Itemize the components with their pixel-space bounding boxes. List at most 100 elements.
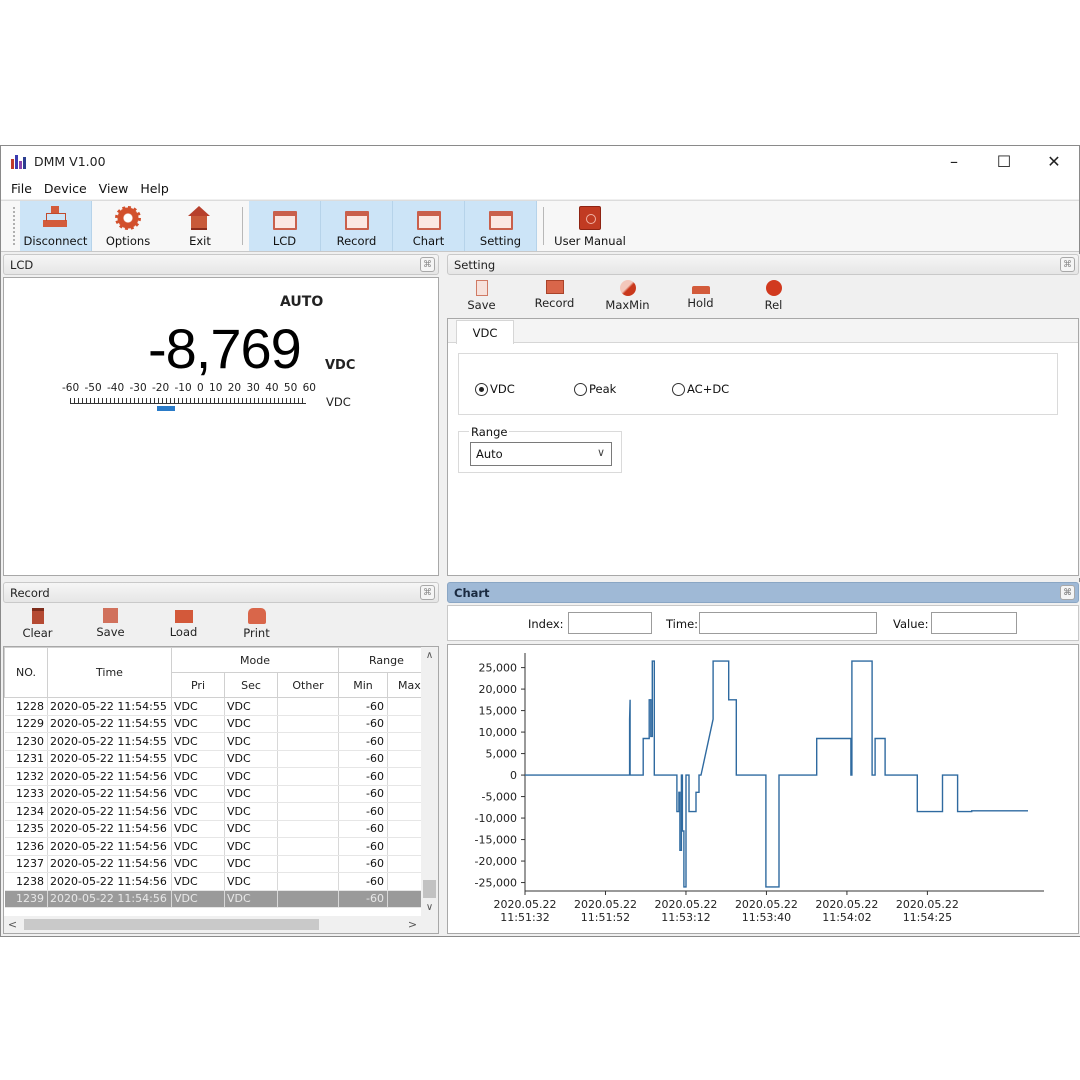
table-row[interactable]: 12332020-05-22 11:54:56VDCVDC-60’	[4, 785, 438, 803]
table-row[interactable]: 12292020-05-22 11:54:55VDCVDC-60’	[4, 715, 438, 733]
options-button[interactable]: Options	[92, 201, 164, 251]
table-row[interactable]: 12312020-05-22 11:54:55VDCVDC-60’	[4, 750, 438, 768]
lcd-scale-label: 0	[197, 382, 204, 394]
col-pri[interactable]: Pri	[171, 672, 225, 698]
table-row[interactable]: 12372020-05-22 11:54:56VDCVDC-60’	[4, 855, 438, 873]
value-input[interactable]	[931, 612, 1017, 634]
time-input[interactable]	[699, 612, 877, 634]
col-no[interactable]: NO.	[4, 647, 48, 698]
setting-record-button[interactable]: Record	[518, 278, 591, 316]
cell-other	[277, 732, 339, 751]
table-row[interactable]: 12322020-05-22 11:54:56VDCVDC-60’	[4, 767, 438, 786]
cell-no: 1228	[4, 697, 48, 716]
disconnect-button[interactable]: Disconnect	[20, 201, 92, 251]
exit-button[interactable]: Exit	[164, 201, 236, 251]
radio-acdc[interactable]: AC+DC	[672, 382, 729, 396]
toolbar-grip[interactable]	[13, 207, 16, 245]
y-tick-label: 15,000	[479, 705, 518, 718]
col-sec[interactable]: Sec	[224, 672, 278, 698]
series-line-vdc	[525, 660, 1028, 888]
panel-close-icon[interactable]: ⌘	[420, 257, 435, 272]
scroll-up-icon[interactable]: ∧	[421, 647, 438, 664]
col-time[interactable]: Time	[47, 647, 172, 698]
lcd-panel-title: LCD	[10, 257, 34, 272]
cell-time: 2020-05-22 11:54:56	[47, 802, 172, 821]
cell-min: -60	[338, 890, 388, 908]
cell-pri: VDC	[171, 785, 225, 803]
print-label: Print	[243, 626, 270, 640]
radio-vdc[interactable]: VDC	[475, 382, 515, 396]
cell-min: -60	[338, 697, 388, 716]
table-row[interactable]: 12342020-05-22 11:54:56VDCVDC-60’	[4, 802, 438, 821]
col-min[interactable]: Min	[338, 672, 388, 698]
setting-save-button[interactable]: Save	[445, 278, 518, 316]
trash-icon	[31, 608, 44, 624]
index-input[interactable]	[568, 612, 652, 634]
close-button[interactable]: ✕	[1029, 146, 1079, 177]
menu-view[interactable]: View	[93, 181, 135, 196]
col-mode[interactable]: Mode	[171, 647, 339, 673]
rel-button[interactable]: Rel	[737, 278, 810, 316]
book-icon	[579, 206, 601, 230]
setting-view-button[interactable]: Setting	[465, 201, 537, 251]
table-row[interactable]: 12302020-05-22 11:54:55VDCVDC-60’	[4, 732, 438, 751]
menu-device[interactable]: Device	[38, 181, 93, 196]
scroll-left-icon[interactable]: <	[4, 916, 21, 933]
menu-file[interactable]: File	[5, 181, 38, 196]
minimize-button[interactable]: –	[929, 146, 979, 177]
tab-vdc[interactable]: VDC	[456, 320, 514, 344]
x-tick-label-time: 11:51:52	[581, 911, 630, 924]
range-select[interactable]: Auto ∨	[470, 442, 612, 466]
horizontal-scroll-thumb[interactable]	[24, 919, 319, 930]
panel-close-icon[interactable]: ⌘	[1060, 585, 1075, 600]
table-row[interactable]: 12382020-05-22 11:54:56VDCVDC-60’	[4, 872, 438, 891]
table-row[interactable]: 12352020-05-22 11:54:56VDCVDC-60’	[4, 820, 438, 838]
radio-peak[interactable]: Peak	[574, 382, 616, 396]
cell-min: -60	[338, 802, 388, 821]
clear-button[interactable]: Clear	[1, 606, 74, 644]
lcd-scale-label: 20	[227, 382, 242, 394]
panel-close-icon[interactable]: ⌘	[420, 585, 435, 600]
setting-panel-title: Setting	[454, 257, 496, 272]
record-table: NO. Time Mode Range Pri Sec Other Min Ma…	[4, 647, 438, 908]
radio-peak-label: Peak	[589, 382, 617, 396]
x-tick-label-date: 2020.05.22	[735, 898, 798, 911]
chart-view-button[interactable]: Chart	[393, 201, 465, 251]
cell-pri: VDC	[171, 767, 225, 786]
scroll-down-icon[interactable]: ∨	[421, 899, 438, 916]
gear-icon	[115, 206, 141, 230]
scroll-right-icon[interactable]: >	[404, 916, 421, 933]
range-select-value: Auto	[476, 447, 503, 461]
setting-toolbar: Save Record MaxMin Hold Rel	[445, 278, 810, 316]
record-view-button[interactable]: Record	[321, 201, 393, 251]
cell-sec: VDC	[224, 785, 278, 803]
maxmin-button[interactable]: MaxMin	[591, 278, 664, 316]
table-row[interactable]: 12282020-05-22 11:54:55VDCVDC-60’	[4, 697, 438, 716]
lcd-scale-label: -20	[152, 382, 170, 394]
folder-icon	[174, 610, 193, 623]
hold-button[interactable]: Hold	[664, 278, 737, 316]
user-manual-button[interactable]: User Manual	[550, 201, 630, 251]
horizontal-scrollbar[interactable]: < >	[4, 916, 438, 933]
chart-svg[interactable]: 25,000 20,000 15,000 10,000 5,000 0 -5,000 -10,…	[448, 645, 1078, 933]
load-button[interactable]: Load	[147, 606, 220, 644]
cell-no: 1238	[4, 872, 48, 891]
disconnect-label: Disconnect	[23, 234, 88, 248]
maxmin-icon	[619, 280, 636, 296]
cell-min: -60	[338, 837, 388, 856]
table-row[interactable]: 12362020-05-22 11:54:56VDCVDC-60’	[4, 837, 438, 856]
col-other[interactable]: Other	[277, 672, 339, 698]
vertical-scrollbar[interactable]: ∧ ∨	[421, 647, 438, 916]
vertical-scroll-thumb[interactable]	[423, 880, 436, 898]
cell-time: 2020-05-22 11:54:56	[47, 855, 172, 873]
record-save-button[interactable]: Save	[74, 606, 147, 644]
panel-close-icon[interactable]: ⌘	[1060, 257, 1075, 272]
maximize-button[interactable]: ☐	[979, 146, 1029, 177]
cell-sec: VDC	[224, 820, 278, 838]
menu-bar: File Device View Help	[1, 177, 1079, 199]
radio-acdc-label: AC+DC	[687, 382, 730, 396]
menu-help[interactable]: Help	[134, 181, 175, 196]
print-button[interactable]: Print	[220, 606, 293, 644]
lcd-view-button[interactable]: LCD	[249, 201, 321, 251]
table-row[interactable]: 1239 2020-05-22 11:54:56 VDC VDC -60	[4, 890, 438, 908]
